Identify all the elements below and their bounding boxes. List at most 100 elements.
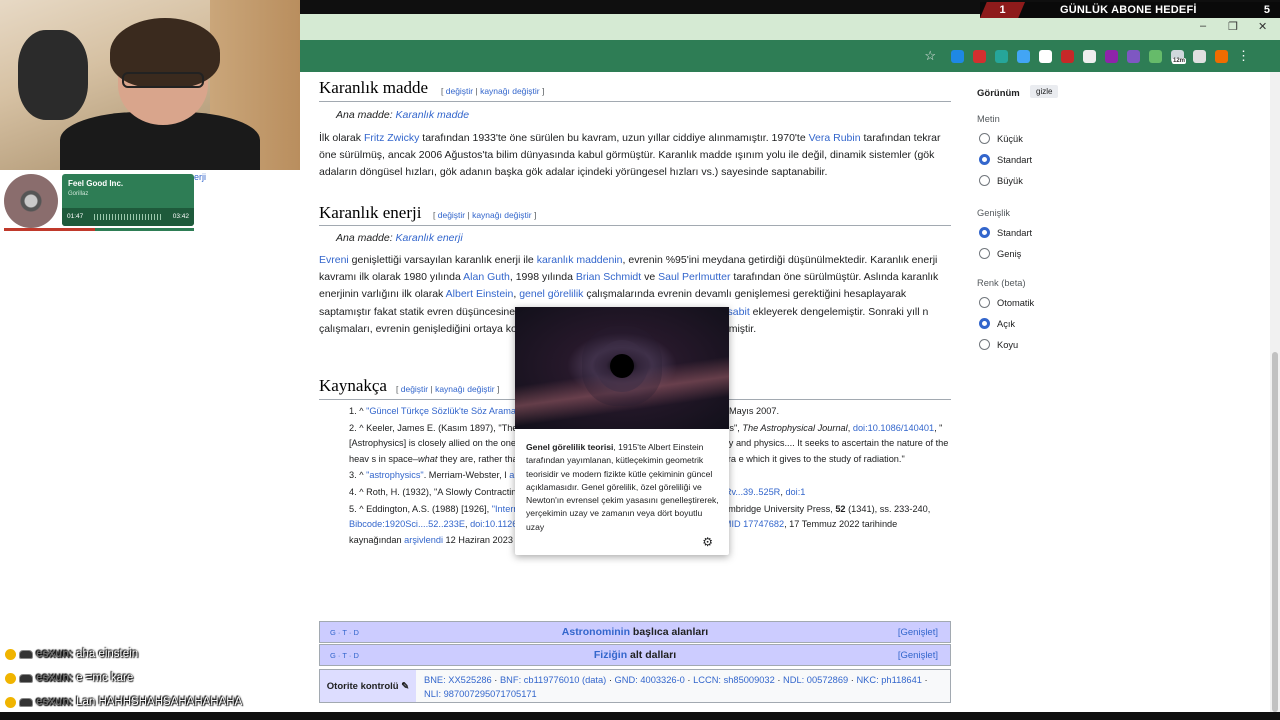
authority-id-link[interactable]: LCCN: sh85009032	[693, 675, 775, 685]
inline-link[interactable]: arşivlendi	[404, 535, 443, 545]
radio-button[interactable]	[979, 133, 990, 144]
menu-icon[interactable]: ⋮	[1237, 48, 1250, 64]
authority-id-link[interactable]: BNF: cb119776010 (data)	[500, 675, 606, 685]
puzzle-icon[interactable]	[1193, 49, 1206, 63]
song-progress-row: 01:47 03:42	[62, 208, 194, 226]
radio-button[interactable]	[979, 297, 990, 308]
badge-icon	[5, 696, 16, 708]
edit-link[interactable]: değiştir	[438, 210, 465, 220]
text-run: . Merriam-Webster, I	[423, 470, 507, 481]
ext-ublock-icon[interactable]	[1061, 49, 1074, 63]
inline-link[interactable]: Albert Einstein	[446, 288, 514, 300]
navbox-title-link[interactable]: Astronominin	[562, 626, 630, 638]
ext-camera-icon[interactable]	[1039, 49, 1052, 63]
scrollbar-thumb[interactable]	[1272, 352, 1278, 712]
inline-link[interactable]: doi:10.1086/140401	[853, 423, 934, 433]
appearance-option[interactable]: Küçük	[979, 133, 1023, 144]
navbox-expand-button[interactable]: [Genişlet]	[898, 650, 938, 661]
appearance-option[interactable]: Açık	[979, 318, 1015, 329]
authority-id-link[interactable]: NLI: 987007295071705171	[424, 689, 537, 699]
radio-button[interactable]	[979, 154, 990, 165]
bold-text: 52	[835, 503, 846, 514]
ext-blue-icon[interactable]	[951, 49, 964, 63]
navbox-title-link[interactable]: Fiziğin	[594, 649, 627, 661]
text-run: 4. ^ Roth, H. (1932), "A Slowly Contract…	[349, 486, 517, 497]
inline-link[interactable]: Evreni	[319, 254, 349, 266]
hide-button[interactable]: gizle	[1030, 85, 1059, 98]
star-icon[interactable]: ☆	[924, 48, 936, 64]
authority-id-link[interactable]: BNE: XX525286	[424, 675, 492, 685]
now-playing-card: Feel Good Inc. Gorillaz 01:47 03:42	[62, 174, 194, 226]
radio-button[interactable]	[979, 175, 990, 186]
page-scrollbar[interactable]	[1270, 72, 1280, 712]
radio-button[interactable]	[979, 248, 990, 259]
inline-link[interactable]: Fritz Zwicky	[364, 132, 419, 144]
inline-link[interactable]: karanlık maddenin	[537, 254, 623, 266]
badge-icon	[5, 672, 16, 684]
inline-link[interactable]: Brian Schmidt	[576, 271, 641, 283]
chat-username: esxun:	[36, 696, 74, 708]
radio-button[interactable]	[979, 318, 990, 329]
authority-control-label: Otorite kontrolü	[326, 680, 399, 692]
radio-button[interactable]	[979, 339, 990, 350]
appearance-option[interactable]: Otomatik	[979, 297, 1034, 308]
profile-icon[interactable]	[1215, 49, 1228, 63]
text-run: 3. ^	[349, 470, 367, 481]
hatnote-link[interactable]: Karanlık madde	[396, 109, 470, 121]
appearance-option[interactable]: Büyük	[979, 175, 1023, 186]
appearance-header: Görünüm gizle	[977, 85, 1127, 99]
edit-pencil-icon[interactable]: ✎	[401, 681, 409, 692]
song-elapsed: 01:47	[67, 213, 84, 220]
text-run: tarafından 1933'te öne sürülen bu kavram…	[419, 132, 809, 144]
page-preview-popup[interactable]: Genel görelilik teorisi, 1915'te Albert …	[515, 307, 729, 555]
text-run: 2. ^ Keeler, James E. (Kasım 1897), "The	[349, 422, 518, 433]
gear-icon[interactable]: ⚙	[702, 535, 713, 549]
navbox-expand-button[interactable]: [Genişlet]	[898, 627, 938, 638]
edit-source-link[interactable]: kaynağı değiştir	[472, 210, 532, 220]
authority-id-link[interactable]: NDL: 00572869	[783, 675, 848, 685]
italic-text: what	[417, 453, 438, 464]
maximize-icon[interactable]: ❐	[1228, 20, 1238, 33]
inline-link[interactable]: Alan Guth	[463, 271, 510, 283]
appearance-section-label: Renk (beta)	[977, 278, 1026, 288]
authority-control-box: Otorite kontrolü ✎ BNE: XX525286 · BNF: …	[319, 669, 951, 703]
ext-wave-icon[interactable]	[1017, 49, 1030, 63]
authority-id-link[interactable]: NKC: ph118641	[856, 675, 921, 685]
ext-cart-icon[interactable]: 12m	[1171, 49, 1187, 64]
inline-link[interactable]: Saul Perlmutter	[658, 271, 730, 283]
text-run: 1. ^	[349, 406, 367, 416]
partial-link[interactable]: erji	[194, 172, 206, 182]
edit-source-link[interactable]: kaynağı değiştir	[435, 384, 495, 394]
authority-control-header[interactable]: Otorite kontrolü ✎	[320, 670, 416, 702]
edit-source-link[interactable]: kaynağı değiştir	[480, 86, 540, 96]
text-run: , 1998 yılında	[509, 271, 576, 284]
radio-button[interactable]	[979, 227, 990, 238]
ext-print-icon[interactable]	[1083, 49, 1096, 63]
appearance-option[interactable]: Standart	[979, 154, 1032, 165]
inline-link[interactable]: "astrophysics"	[366, 470, 424, 480]
ext-pen-icon[interactable]	[1127, 49, 1140, 63]
inline-link[interactable]: genel görelilik	[519, 288, 583, 300]
inline-link[interactable]: "Güncel Türkçe Sözlük'te Söz Arama	[366, 406, 516, 416]
ext-purple-icon[interactable]	[1105, 49, 1118, 63]
ext-leaf-icon[interactable]	[1149, 49, 1162, 63]
authority-id-link[interactable]: GND: 4003326-0	[615, 675, 685, 685]
ext-red-icon[interactable]	[973, 49, 986, 63]
inline-link[interactable]: Vera Rubin	[809, 132, 861, 144]
appearance-option[interactable]: Standart	[979, 227, 1032, 238]
inline-link[interactable]: doi:1	[785, 487, 805, 497]
edit-link[interactable]: değiştir	[401, 384, 428, 394]
waveform-icon	[94, 214, 162, 220]
hatnote-link[interactable]: Karanlık enerji	[396, 232, 463, 244]
close-window-icon[interactable]: ✕	[1258, 20, 1267, 33]
subscriber-goal-label: GÜNLÜK ABONE HEDEFİ	[1060, 4, 1197, 16]
appearance-option[interactable]: Koyu	[979, 339, 1018, 350]
appearance-option[interactable]: Geniş	[979, 248, 1021, 259]
italic-text: The Astrophysical Journal	[742, 422, 848, 433]
inline-link[interactable]: Bibcode:1920Sci....52..233E	[349, 519, 465, 529]
ext-teal-icon[interactable]	[995, 49, 1008, 63]
appearance-panel: Görünüm gizle Metin Küçük Standart Büyük Gen…	[977, 85, 1127, 350]
minimize-icon[interactable]: –	[1200, 20, 1206, 32]
edit-link[interactable]: değiştir	[446, 86, 473, 96]
text-run: they are, rather than	[437, 453, 526, 464]
